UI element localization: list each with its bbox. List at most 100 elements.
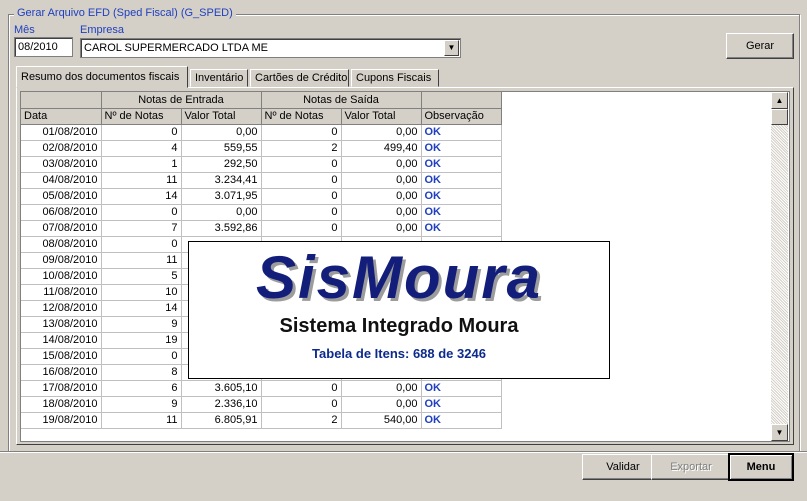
cell-data: 11/08/2010 xyxy=(21,284,102,301)
column-header-entrada-valor[interactable]: Valor Total xyxy=(181,108,262,125)
cell-data: 15/08/2010 xyxy=(21,348,102,365)
grid-scrollbar[interactable]: ▲ ▼ xyxy=(771,92,788,441)
tab-resumo[interactable]: Resumo dos documentos fiscais xyxy=(16,66,188,88)
arrow-down-icon: ▼ xyxy=(775,428,784,437)
table-row[interactable]: 02/08/2010 4 559,55 2 499,40 OK xyxy=(21,140,502,157)
cell-entrada-notas: 1 xyxy=(101,156,182,173)
tab-cupons[interactable]: Cupons Fiscais xyxy=(351,69,439,87)
cell-entrada-notas: 19 xyxy=(101,332,182,349)
mes-field[interactable]: 08/2010 xyxy=(14,37,73,57)
cell-data: 13/08/2010 xyxy=(21,316,102,333)
cell-entrada-valor: 3.234,41 xyxy=(181,172,262,189)
table-row[interactable]: 05/08/2010 14 3.071,95 0 0,00 OK xyxy=(21,188,502,205)
cell-entrada-valor: 0,00 xyxy=(181,204,262,221)
cell-saida-notas: 0 xyxy=(261,172,342,189)
cell-data: 19/08/2010 xyxy=(21,412,102,429)
group-header-entrada: Notas de Entrada xyxy=(101,92,262,109)
tab-inventario[interactable]: Inventário xyxy=(190,69,248,87)
splash-progress-status: Tabela de Itens: 688 de 3246 xyxy=(312,346,486,361)
cell-saida-notas: 0 xyxy=(261,124,342,141)
table-row[interactable]: 17/08/2010 6 3.605,10 0 0,00 OK xyxy=(21,380,502,397)
cell-observacao: OK xyxy=(421,204,502,221)
chevron-down-icon: ▼ xyxy=(447,43,456,52)
table-row[interactable]: 07/08/2010 7 3.592,86 0 0,00 OK xyxy=(21,220,502,237)
cell-observacao: OK xyxy=(421,124,502,141)
cell-observacao: OK xyxy=(421,172,502,189)
cell-entrada-valor: 0,00 xyxy=(181,124,262,141)
cell-entrada-notas: 5 xyxy=(101,268,182,285)
column-header-saida-valor[interactable]: Valor Total xyxy=(341,108,422,125)
table-row[interactable]: 19/08/2010 11 6.805,91 2 540,00 OK xyxy=(21,412,502,429)
menu-button[interactable]: Menu xyxy=(728,453,794,481)
column-header-observacao[interactable]: Observação xyxy=(421,108,502,125)
cell-data: 16/08/2010 xyxy=(21,364,102,381)
cell-entrada-notas: 11 xyxy=(101,172,182,189)
table-row[interactable]: 18/08/2010 9 2.336,10 0 0,00 OK xyxy=(21,396,502,413)
cell-entrada-notas: 9 xyxy=(101,396,182,413)
cell-saida-valor: 0,00 xyxy=(341,204,422,221)
cell-observacao: OK xyxy=(421,140,502,157)
table-row[interactable]: 04/08/2010 11 3.234,41 0 0,00 OK xyxy=(21,172,502,189)
cell-entrada-notas: 11 xyxy=(101,412,182,429)
cell-data: 01/08/2010 xyxy=(21,124,102,141)
cell-saida-notas: 0 xyxy=(261,188,342,205)
cell-entrada-notas: 0 xyxy=(101,236,182,253)
cell-entrada-notas: 8 xyxy=(101,364,182,381)
sismoura-logo: SisMoura xyxy=(255,244,543,311)
cell-entrada-notas: 0 xyxy=(101,124,182,141)
cell-entrada-notas: 9 xyxy=(101,316,182,333)
cell-saida-valor: 0,00 xyxy=(341,396,422,413)
cell-data: 08/08/2010 xyxy=(21,236,102,253)
empresa-value: CAROL SUPERMERCADO LTDA ME xyxy=(84,42,268,54)
combo-dropdown-button[interactable]: ▼ xyxy=(444,40,459,56)
cell-saida-notas: 0 xyxy=(261,204,342,221)
cell-data: 12/08/2010 xyxy=(21,300,102,317)
cell-observacao: OK xyxy=(421,396,502,413)
cell-entrada-notas: 0 xyxy=(101,348,182,365)
exportar-button[interactable]: Exportar xyxy=(651,454,731,480)
scroll-up-button[interactable]: ▲ xyxy=(771,92,788,109)
cell-entrada-valor: 3.592,86 xyxy=(181,220,262,237)
cell-entrada-valor: 3.605,10 xyxy=(181,380,262,397)
empresa-combo[interactable]: CAROL SUPERMERCADO LTDA ME ▼ xyxy=(80,38,461,58)
empresa-label: Empresa xyxy=(80,24,125,36)
cell-entrada-valor: 3.071,95 xyxy=(181,188,262,205)
cell-data: 04/08/2010 xyxy=(21,172,102,189)
splash-window: SisMoura Sistema Integrado Moura Tabela … xyxy=(188,241,610,379)
group-header-saida: Notas de Saída xyxy=(261,92,422,109)
cell-saida-valor: 0,00 xyxy=(341,380,422,397)
cell-saida-notas: 0 xyxy=(261,396,342,413)
column-header-data[interactable]: Data xyxy=(21,108,102,125)
separator xyxy=(0,451,807,453)
column-header-saida-notas[interactable]: Nº de Notas xyxy=(261,108,342,125)
cell-entrada-notas: 0 xyxy=(101,204,182,221)
cell-entrada-notas: 4 xyxy=(101,140,182,157)
cell-entrada-valor: 2.336,10 xyxy=(181,396,262,413)
cell-observacao: OK xyxy=(421,156,502,173)
gerar-button[interactable]: Gerar xyxy=(726,33,794,59)
cell-observacao: OK xyxy=(421,380,502,397)
group-title: Gerar Arquivo EFD (Sped Fiscal) (G_SPED) xyxy=(14,7,236,19)
cell-data: 10/08/2010 xyxy=(21,268,102,285)
cell-observacao: OK xyxy=(421,220,502,237)
cell-saida-valor: 0,00 xyxy=(341,188,422,205)
tab-cartoes[interactable]: Cartões de Crédito xyxy=(250,69,349,87)
cell-saida-valor: 540,00 xyxy=(341,412,422,429)
scroll-thumb[interactable] xyxy=(771,109,788,125)
table-row[interactable]: 03/08/2010 1 292,50 0 0,00 OK xyxy=(21,156,502,173)
cell-saida-valor: 0,00 xyxy=(341,220,422,237)
cell-saida-notas: 2 xyxy=(261,140,342,157)
table-row[interactable]: 01/08/2010 0 0,00 0 0,00 OK xyxy=(21,124,502,141)
cell-observacao: OK xyxy=(421,412,502,429)
scroll-down-button[interactable]: ▼ xyxy=(771,424,788,441)
cell-data: 09/08/2010 xyxy=(21,252,102,269)
cell-entrada-notas: 7 xyxy=(101,220,182,237)
grid-header-blank xyxy=(21,92,102,109)
cell-entrada-notas: 6 xyxy=(101,380,182,397)
cell-saida-notas: 0 xyxy=(261,220,342,237)
table-row[interactable]: 06/08/2010 0 0,00 0 0,00 OK xyxy=(21,204,502,221)
cell-observacao: OK xyxy=(421,188,502,205)
cell-data: 02/08/2010 xyxy=(21,140,102,157)
column-header-entrada-notas[interactable]: Nº de Notas xyxy=(101,108,182,125)
cell-data: 05/08/2010 xyxy=(21,188,102,205)
